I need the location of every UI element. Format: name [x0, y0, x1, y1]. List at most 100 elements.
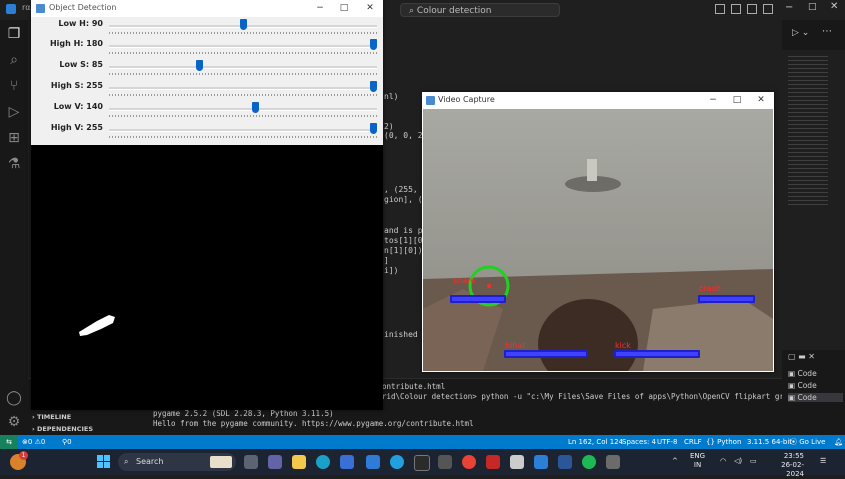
encoding[interactable]: UTF-8 — [657, 435, 677, 449]
maximize-icon[interactable]: □ — [808, 2, 817, 12]
low-v-label: Low V: 140 — [53, 102, 103, 111]
go-live-button[interactable]: ⦿ Go Live — [790, 435, 825, 449]
settings-gear-icon[interactable]: ⚙ — [6, 414, 22, 430]
high-v-track[interactable] — [109, 129, 377, 132]
terminal-app-icon[interactable] — [414, 455, 430, 471]
run-debug-icon[interactable]: ▷ — [6, 104, 22, 120]
account-icon[interactable]: ◯ — [6, 390, 22, 406]
extensions-icon[interactable]: ⊞ — [6, 130, 22, 146]
calendar-app-icon[interactable] — [366, 455, 380, 469]
more-actions-icon[interactable]: ⋯ — [822, 26, 832, 37]
toggle-sidebar-icon[interactable] — [715, 4, 725, 14]
task-view-icon[interactable] — [244, 455, 258, 469]
low-h-slider[interactable] — [240, 19, 248, 30]
high-s-slider[interactable] — [370, 81, 377, 92]
panel-actions-icon[interactable]: ▢ ▬ ✕ — [788, 352, 815, 361]
search-icon[interactable]: ⌕ — [6, 52, 22, 68]
notifications-bell-icon[interactable]: 🔔︎ — [834, 435, 843, 449]
low-s-track[interactable] — [109, 66, 377, 69]
code-fragment: ] — [384, 256, 389, 265]
language-mode[interactable]: {} Python — [706, 435, 741, 449]
command-center-search[interactable]: ⌕ Colour detection — [400, 3, 560, 17]
high-s-track[interactable] — [109, 87, 377, 90]
customize-layout-icon[interactable] — [763, 4, 773, 14]
detected-object-blob — [79, 315, 115, 336]
activity-bar: ❐ ⌕ ⑂ ▷ ⊞ ⚗ ◯ ⚙ — [0, 20, 28, 435]
go-live-label: Go Live — [799, 438, 826, 446]
spotify-icon[interactable] — [582, 455, 596, 469]
terminal-line: Hello from the pygame community. https:/… — [153, 419, 474, 428]
teams-icon[interactable] — [268, 455, 282, 469]
chrome-icon[interactable] — [462, 455, 476, 469]
timeline-section[interactable]: › TIMELINE — [32, 413, 71, 421]
source-control-icon[interactable]: ⑂ — [6, 78, 22, 94]
close-icon[interactable]: ✕ — [830, 1, 838, 12]
photos-icon[interactable] — [438, 455, 452, 469]
indentation[interactable]: Spaces: 4 — [622, 435, 656, 449]
window-title: Object Detection — [49, 3, 117, 12]
line-ending[interactable]: CRLF — [684, 435, 702, 449]
edge-icon[interactable] — [316, 455, 330, 469]
terminal-item[interactable]: ▣ Code — [788, 369, 817, 378]
terminal-line: rid\Colour detection> python -u "c:\My F… — [382, 392, 820, 401]
window-title-bar[interactable]: Video Capture − □ ✕ — [422, 92, 774, 109]
snare-label: snare — [453, 276, 476, 285]
paint-icon[interactable] — [510, 455, 524, 469]
close-icon[interactable]: ✕ — [363, 2, 377, 14]
low-h-label: Low H: 90 — [58, 19, 103, 28]
minimize-icon[interactable]: − — [313, 2, 327, 14]
region-code: IN — [693, 461, 702, 469]
python-window-icon[interactable] — [606, 455, 620, 469]
explorer-icon[interactable]: ❐ — [6, 26, 22, 42]
start-button-icon[interactable] — [97, 455, 111, 469]
run-python-file-icon[interactable]: ▷ ⌄ — [792, 28, 809, 38]
low-v-track[interactable] — [109, 108, 377, 111]
maximize-icon[interactable]: □ — [730, 94, 744, 106]
volume-icon[interactable]: ◁) — [734, 457, 742, 465]
hihat-zone-bar — [504, 350, 588, 358]
code-fragment: n[1][0]) — [384, 246, 423, 255]
language-indicator[interactable]: ENG IN — [690, 452, 705, 470]
high-h-slider[interactable] — [370, 39, 377, 50]
tray-overflow-icon[interactable]: ^ — [672, 457, 678, 465]
high-v-slider[interactable] — [370, 123, 377, 134]
menu-fragment[interactable]: rα — [22, 3, 31, 12]
search-icon: ⌕ — [124, 457, 129, 466]
testing-icon[interactable]: ⚗ — [6, 156, 22, 172]
maximize-icon[interactable]: □ — [337, 2, 351, 14]
terminal-item-label: Code — [797, 393, 817, 402]
minimap[interactable] — [782, 50, 845, 390]
status-bar: ⇆ ⊗0 ⚠0 ⚲0 Ln 162, Col 124 Spaces: 4 UTF… — [0, 435, 845, 449]
terminal-item-active[interactable]: ▣ Code — [788, 393, 843, 402]
terminal-item[interactable]: ▣ Code — [788, 381, 817, 390]
toggle-panel-icon[interactable] — [731, 4, 741, 14]
battery-icon[interactable]: ▭ — [750, 457, 757, 465]
vscode-taskbar-icon[interactable] — [534, 455, 548, 469]
ports-count: 0 — [67, 438, 72, 446]
ports-indicator[interactable]: ⚲0 — [62, 435, 72, 449]
low-v-slider[interactable] — [252, 102, 260, 113]
toggle-secondary-sidebar-icon[interactable] — [747, 4, 757, 14]
wifi-icon[interactable]: ◠ — [720, 457, 726, 465]
minimize-icon[interactable]: − — [785, 2, 793, 13]
high-h-track[interactable] — [109, 45, 377, 48]
notification-center-icon[interactable]: ☰ — [820, 457, 826, 465]
remote-indicator-icon[interactable]: ⇆ — [0, 435, 18, 449]
dependencies-section[interactable]: › DEPENDENCIES — [32, 425, 93, 433]
close-icon[interactable]: ✕ — [754, 94, 768, 106]
file-explorer-icon[interactable] — [292, 455, 306, 469]
cortana-icon[interactable] — [390, 455, 404, 469]
cursor-position[interactable]: Ln 162, Col 124 — [568, 435, 623, 449]
low-s-slider[interactable] — [195, 60, 203, 71]
trackbar-panel: Low H: 90 High H: 180 Low S: 85 High S: … — [31, 17, 383, 145]
pdf-reader-icon[interactable] — [486, 455, 500, 469]
word-icon[interactable] — [558, 455, 572, 469]
python-interpreter[interactable]: 3.11.5 64-bit — [747, 435, 792, 449]
problems-indicator[interactable]: ⊗0 ⚠0 — [22, 435, 45, 449]
minimize-icon[interactable]: − — [706, 94, 720, 106]
window-title-bar[interactable]: Object Detection − □ ✕ — [31, 0, 383, 17]
kick-zone-bar — [614, 350, 700, 358]
low-h-ticks — [109, 32, 377, 34]
microsoft-store-icon[interactable] — [340, 455, 354, 469]
camera-feed: snare crash hihat kick — [423, 109, 773, 371]
